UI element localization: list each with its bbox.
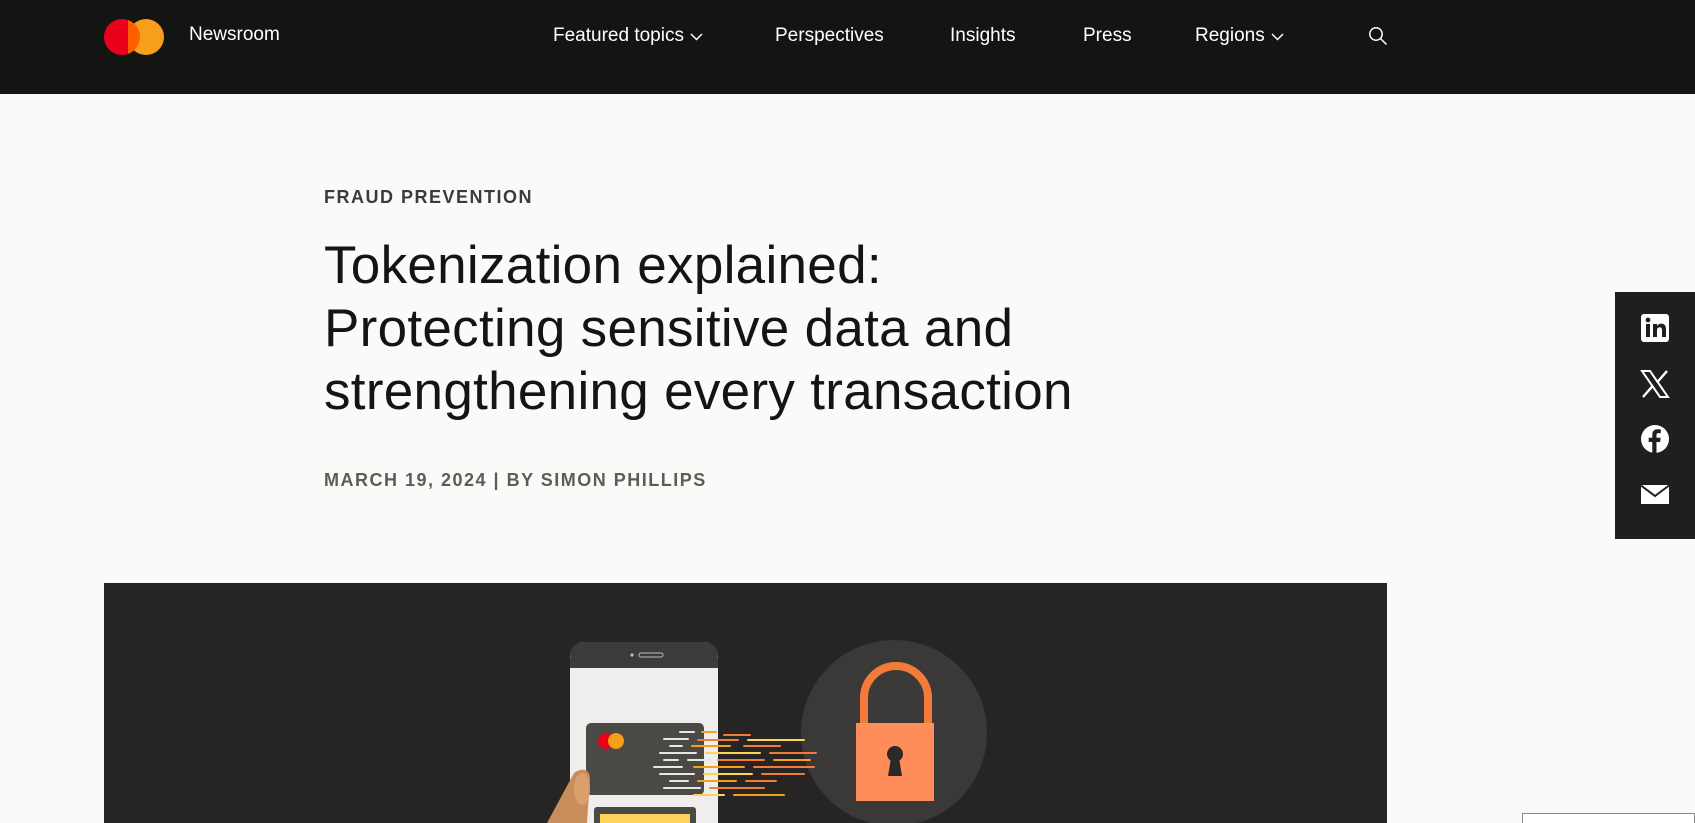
nav-insights[interactable]: Insights [950,25,1015,47]
article-category[interactable]: FRAUD PREVENTION [324,187,533,208]
hero-illustration [104,583,1387,823]
search-icon[interactable] [1368,26,1388,46]
nav-label: Press [1083,25,1132,46]
email-icon[interactable] [1639,478,1671,510]
article-byline: MARCH 19, 2024 | BY SIMON PHILLIPS [324,470,707,490]
nav-label: Perspectives [775,25,884,46]
nav-label: Insights [950,25,1016,46]
nav-label: Featured topics [553,25,684,46]
mastercard-logo[interactable] [104,19,164,55]
bottom-right-widget[interactable] [1522,813,1695,823]
chevron-down-icon [690,32,703,41]
nav-perspectives[interactable]: Perspectives [775,25,884,47]
newsroom-brand-link[interactable]: Newsroom [189,24,280,46]
linkedin-icon[interactable] [1639,312,1671,344]
nav-featured-topics[interactable]: Featured topics [553,25,703,47]
title-line: Protecting sensitive data and [324,299,1014,358]
title-line: Tokenization explained: [324,236,882,295]
x-icon[interactable] [1639,368,1671,400]
facebook-icon[interactable] [1639,423,1671,455]
top-navigation-bar: Newsroom Featured topics Perspectives In… [0,0,1695,94]
nav-label: Regions [1195,25,1265,46]
share-bar [1615,292,1695,539]
nav-press[interactable]: Press [1083,25,1132,47]
chevron-down-icon [1271,32,1284,41]
article-title: Tokenization explained: Protecting sensi… [324,234,1224,423]
nav-regions[interactable]: Regions [1195,25,1284,47]
tokenization-illustration [547,640,987,823]
title-line: strengthening every transaction [324,362,1073,421]
